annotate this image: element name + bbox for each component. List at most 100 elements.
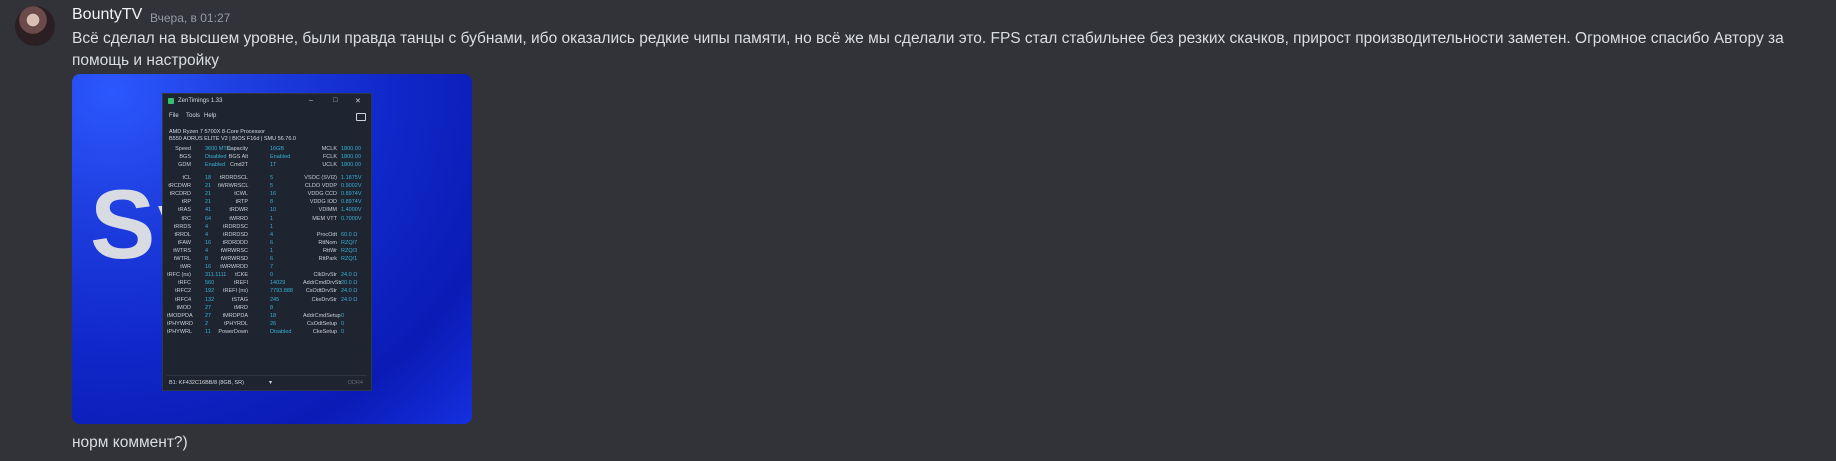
timing-row: tMOD 27 tMRD 8 [163, 305, 371, 313]
timing-row: tRRDL 4 tRDRDSD 4 ProcOdt 60.0 Ω [163, 232, 371, 240]
timing-label: VDDG CCD [307, 191, 337, 198]
timing-label: CkeDrvStr [311, 296, 337, 303]
timing-label: tWTRS [173, 247, 191, 254]
timing-value: 0 [341, 312, 345, 319]
timing-value: 1 [270, 247, 274, 254]
timing-row: tWTRS 4 tWRWRSC 1 RttWr RZQ/3 [163, 248, 371, 256]
timing-row: tRFC 560 tREFI 14029 AddrCmdDrvStr 20.0 Ω [163, 280, 371, 288]
timing-label: AddrCmdDrvStr [303, 280, 342, 287]
timing-value: 8 [270, 304, 274, 311]
zentimings-titlebar: ZenTimings 1.33 – □ ✕ [163, 94, 371, 108]
timing-label: VDDG IOD [309, 199, 337, 206]
timing-value: 18 [270, 312, 277, 319]
timing-label: CsOdtSetup [307, 320, 337, 327]
timing-label: tRP [181, 199, 191, 206]
timing-value: 14029 [270, 280, 286, 287]
timing-label: UCLK [322, 162, 337, 168]
timing-label: tREFI (ns) [222, 288, 248, 295]
timing-row: tWTRL 8 tWRWRSD 6 RttPark RZQ/1 [163, 256, 371, 264]
timing-label: tWRWRDD [220, 264, 248, 271]
timing-value: 16GB [270, 146, 285, 152]
timing-label: PowerDown [218, 328, 248, 335]
timing-label: tPHYWRD [167, 320, 193, 327]
timing-label: CkeSetup [312, 328, 337, 335]
timing-value: 0.8974V [341, 199, 362, 206]
timing-value: 4 [270, 231, 274, 238]
timing-row: tMODPDA 27 tMRDPDA 18 AddrCmdSetup 0 [163, 313, 371, 321]
timing-label: tRFC4 [175, 296, 191, 303]
maximize-icon: □ [333, 97, 338, 104]
app-logo-icon [168, 98, 174, 104]
timing-value: 20.0 Ω [341, 280, 358, 287]
timing-row: tRRDS 4 tRDRDSC 1 [163, 224, 371, 232]
timing-row: tRP 21 tRTP 8 VDDG IOD 0.8974V [163, 199, 371, 207]
user-avatar[interactable] [15, 6, 55, 46]
timing-label: CsOdtDrvStr [305, 288, 337, 295]
timing-value: Enabled [270, 154, 291, 160]
timing-value: 0 [270, 272, 274, 279]
timing-value: Disabled [270, 328, 292, 335]
menu-tools: Tools [186, 113, 201, 119]
cpu-name: AMD Ryzen 7 5700X 8-Core Processor [169, 129, 265, 135]
timing-label: tPHYRDL [224, 320, 248, 327]
timing-value: 10 [270, 207, 277, 214]
timing-value: 0.9002V [341, 183, 362, 190]
timing-label: tRDRDSC [222, 223, 248, 230]
timing-label: Capacity [226, 146, 248, 152]
zentimings-title: ZenTimings 1.33 [178, 98, 223, 104]
chevron-down-icon: ▾ [269, 380, 273, 386]
timing-row: GDM Enabled Cmd2T 1T UCLK 1800.00 [163, 162, 371, 170]
timing-label: ClkDrvStr [313, 272, 337, 279]
timing-row: tPHYWRD 2 tPHYRDL 26 CsOdtSetup 0 [163, 321, 371, 329]
zentimings-window: ZenTimings 1.33 – □ ✕ File Tools Help AM… [162, 93, 372, 391]
timing-label: VDIMM [318, 207, 337, 214]
timing-label: ProcOdt [316, 231, 337, 238]
timing-value: RZQ/3 [341, 247, 358, 254]
timing-label: tRRDL [174, 231, 191, 238]
timing-label: MCLK [321, 146, 337, 152]
timing-label: RttNom [318, 239, 337, 246]
timing-label: AddrCmdSetup [303, 312, 341, 319]
timing-row: tRFC2 192 tREFI (ns) 7793.888 CsOdtDrvStr 24.… [163, 288, 371, 296]
timing-label: tPHYWRL [167, 328, 193, 335]
timing-value: 1.4000V [341, 207, 362, 214]
timing-label: tWRWRSCL [218, 183, 249, 190]
timing-value: RZQ/1 [341, 256, 358, 262]
timing-label: tMOD [176, 304, 191, 311]
timing-row: Speed 3600 MT/s Capacity 16GB MCLK 1800.00 [163, 146, 371, 154]
timing-value: 5 [270, 183, 274, 190]
screenshot-icon [356, 113, 366, 121]
timing-value: 8 [270, 199, 274, 206]
timing-label: tRCDRD [169, 191, 191, 198]
username[interactable]: BountyTV [72, 6, 142, 24]
timing-label: tMODPDA [167, 312, 193, 319]
menu-file: File [169, 113, 179, 119]
message-text-2: норм коммент?) [72, 434, 188, 451]
timing-value: RZQ/7 [341, 239, 358, 246]
timing-label: tRAS [178, 207, 191, 214]
board-info: B550 AORUS ELITE V2 | BIOS F16d | SMU 56… [169, 136, 296, 142]
timing-label: tSTAG [231, 296, 248, 303]
timing-label: FCLK [322, 154, 337, 160]
timing-label: tRTP [235, 199, 248, 206]
timing-label: tFAW [177, 239, 191, 246]
image-attachment[interactable]: Sy nX ZenTimings 1.33 – □ ✕ File Tools H… [72, 74, 472, 424]
timing-label: tWRWRSD [220, 256, 248, 262]
timing-value: 0.7000V [341, 215, 362, 222]
timing-label: GDM [178, 162, 191, 168]
timing-value: 1 [270, 223, 274, 230]
timing-row: tRC 64 tWRRD 1 MEM VTT 0.7000V [163, 216, 371, 224]
timing-value: 6 [270, 256, 274, 262]
timing-label: tRDRDSCL [219, 175, 248, 181]
timing-value: 245 [270, 296, 280, 303]
timing-value: 1800.00 [341, 146, 361, 152]
timing-label: tMRDPDA [222, 312, 248, 319]
timing-label: tCL [182, 175, 191, 181]
close-icon: ✕ [355, 98, 361, 105]
timing-label: VSOC (SVI2) [304, 175, 337, 181]
timing-label: tRCDWR [168, 183, 191, 190]
timing-row: tWR 16 tWRWRDD 7 [163, 264, 371, 272]
timing-row: BGS Disabled BGS Alt Enabled FCLK 1800.00 [163, 154, 371, 162]
timing-value: 1800.00 [341, 154, 361, 160]
timing-label: BGS Alt [228, 154, 248, 160]
